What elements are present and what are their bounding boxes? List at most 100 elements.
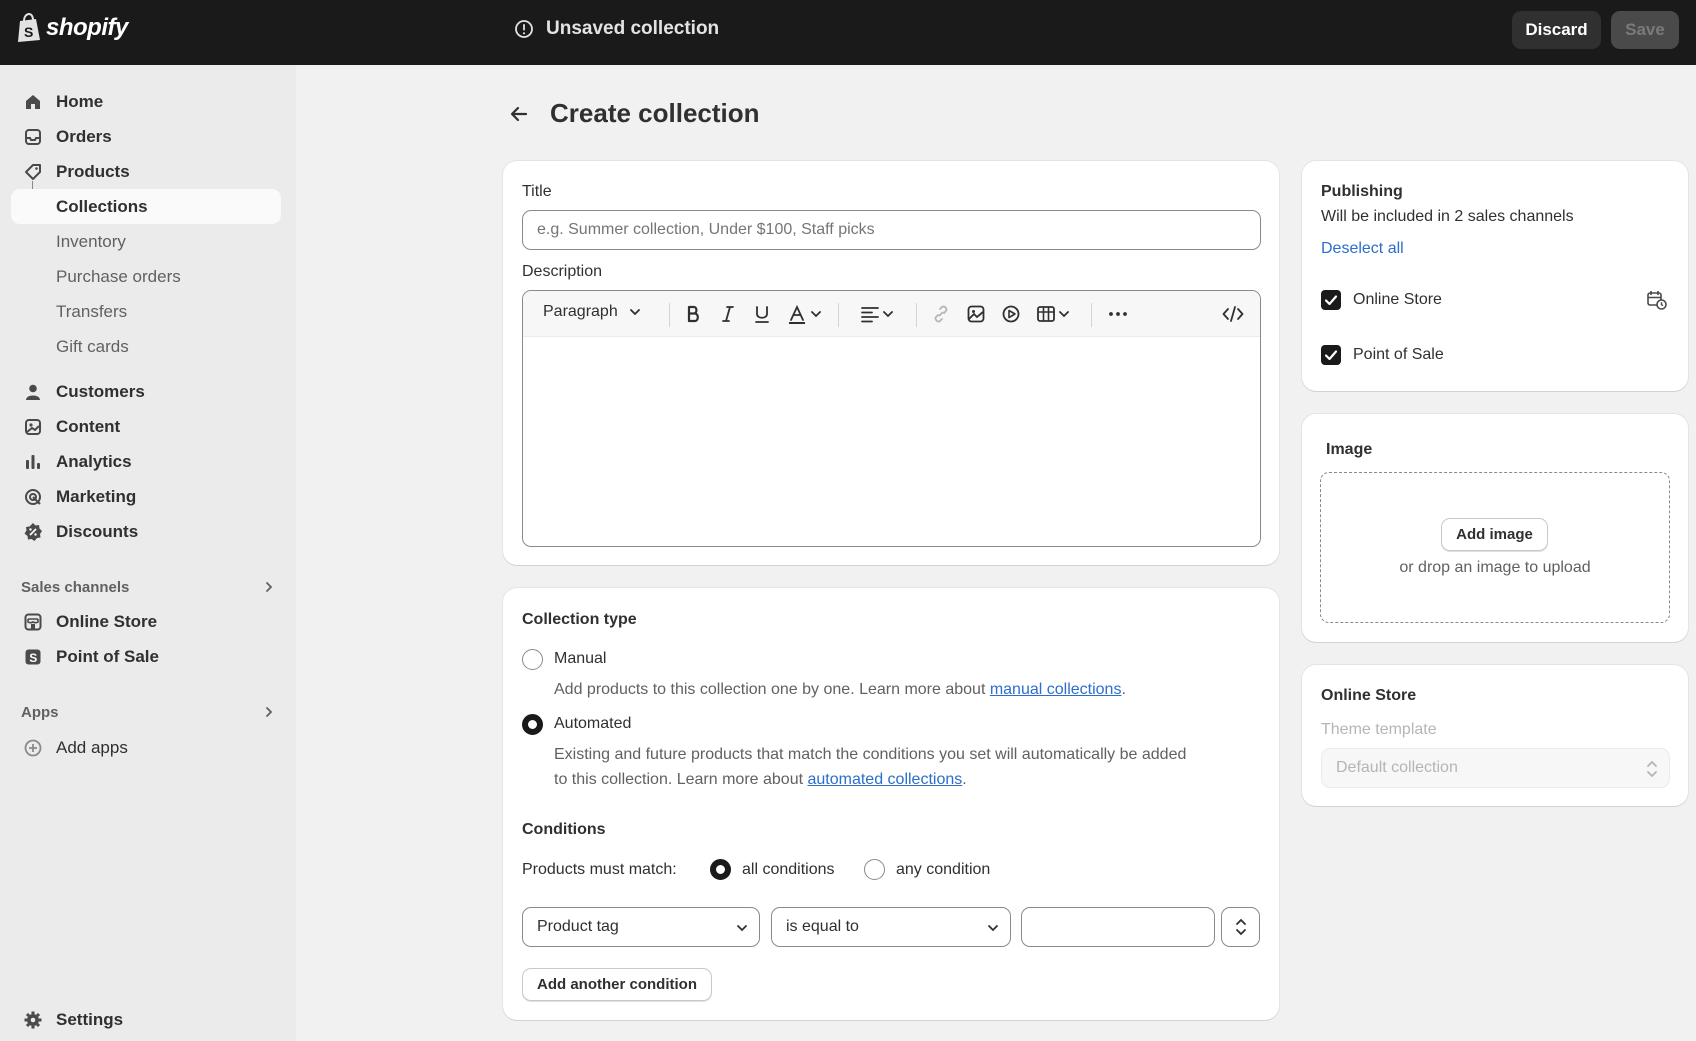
add-image-button[interactable]: Add image — [1441, 518, 1548, 551]
checkmark-icon — [1324, 350, 1338, 361]
condition-value-input[interactable] — [1021, 907, 1215, 947]
condition-value-stepper[interactable] — [1221, 907, 1260, 947]
condition-operator-select[interactable]: is equal to — [771, 907, 1011, 947]
automated-label: Automated — [554, 715, 632, 732]
page-title: Create collection — [550, 98, 760, 128]
sidebar-item-point-of-sale[interactable]: S Point of Sale — [11, 639, 281, 674]
sidebar-item-add-apps[interactable]: Add apps — [11, 730, 281, 765]
code-icon[interactable] — [1222, 304, 1244, 324]
apps-header[interactable]: Apps — [21, 700, 276, 724]
online-store-checkbox[interactable] — [1321, 290, 1341, 310]
top-bar: S shopify Unsaved collection Discard Sav… — [0, 0, 1696, 65]
toolbar-divider — [838, 303, 839, 327]
condition-field-select[interactable]: Product tag — [522, 907, 760, 947]
logo-wordmark: shopify — [46, 14, 128, 41]
sales-channels-header[interactable]: Sales channels — [21, 575, 276, 599]
select-arrows-icon — [1647, 760, 1657, 778]
add-condition-button[interactable]: Add another condition — [522, 968, 712, 1001]
discount-icon — [24, 523, 42, 541]
manual-help-prefix: Add products to this collection one by o… — [554, 681, 990, 698]
sidebar-item-settings[interactable]: Settings — [11, 1002, 281, 1037]
more-horizontal-icon[interactable] — [1107, 304, 1129, 324]
image-icon[interactable] — [966, 304, 986, 324]
toolbar-divider — [1091, 303, 1092, 327]
sidebar-item-label: Orders — [56, 126, 112, 146]
point-of-sale-channel-label: Point of Sale — [1353, 346, 1444, 363]
unsaved-status: Unsaved collection — [514, 18, 719, 40]
sidebar-item-label: Collections — [56, 196, 148, 216]
manual-collections-link[interactable]: manual collections — [990, 681, 1122, 698]
sidebar-item-gift-cards[interactable]: Gift cards — [11, 329, 281, 364]
automated-radio[interactable] — [522, 714, 543, 735]
sidebar-item-label: Purchase orders — [56, 266, 181, 286]
alert-circle-icon — [515, 20, 533, 38]
title-input[interactable] — [522, 210, 1261, 250]
paragraph-style-select[interactable]: Paragraph — [543, 303, 642, 321]
chevron-down-icon — [629, 309, 640, 316]
person-icon — [26, 384, 40, 400]
text-color-icon[interactable] — [788, 304, 826, 324]
back-arrow-icon[interactable] — [508, 103, 530, 125]
any-condition-label: any condition — [896, 861, 991, 878]
sidebar-item-label: Content — [56, 416, 121, 436]
page-header: Create collection — [508, 98, 760, 129]
sidebar-item-label: Online Store — [56, 611, 158, 631]
toolbar-divider — [669, 303, 670, 327]
sales-channels-heading: Sales channels — [21, 578, 130, 596]
sidebar-item-transfers[interactable]: Transfers — [11, 294, 281, 329]
sidebar-item-analytics[interactable]: Analytics — [11, 444, 281, 479]
shopify-logo[interactable]: S shopify — [16, 13, 128, 43]
description-editor: Paragraph — [522, 290, 1261, 547]
sidebar-item-home[interactable]: Home — [11, 84, 281, 119]
video-icon[interactable] — [1001, 304, 1021, 324]
apps-heading: Apps — [21, 703, 59, 721]
online-store-channel-label: Online Store — [1353, 291, 1442, 308]
sidebar-item-purchase-orders[interactable]: Purchase orders — [11, 259, 281, 294]
sidebar-item-label: Discounts — [56, 521, 139, 541]
chevron-right-icon — [266, 582, 273, 592]
shopping-bag-icon: S — [18, 13, 40, 42]
sidebar-item-inventory[interactable]: Inventory — [11, 224, 281, 259]
align-icon[interactable] — [860, 304, 898, 324]
automated-collections-link[interactable]: automated collections — [807, 771, 962, 788]
description-label: Description — [522, 263, 603, 280]
drop-image-text: or drop an image to upload — [1399, 559, 1591, 576]
sidebar-item-label: Home — [56, 91, 104, 111]
discard-button[interactable]: Discard — [1512, 11, 1601, 49]
bold-icon[interactable] — [683, 304, 703, 324]
match-label: Products must match: — [522, 861, 677, 878]
tag-icon — [25, 164, 41, 180]
sidebar-item-customers[interactable]: Customers — [11, 374, 281, 409]
sidebar-item-online-store[interactable]: Online Store — [11, 604, 281, 639]
sidebar-item-marketing[interactable]: Marketing — [11, 479, 281, 514]
sidebar-item-orders[interactable]: Orders — [11, 119, 281, 154]
save-button[interactable]: Save — [1611, 11, 1679, 49]
table-icon[interactable] — [1036, 304, 1074, 324]
sidebar-item-content[interactable]: Content — [11, 409, 281, 444]
sidebar-item-label: Analytics — [56, 451, 132, 471]
all-conditions-radio[interactable] — [710, 859, 731, 880]
link-icon[interactable] — [931, 304, 951, 324]
sidebar-item-label: Gift cards — [56, 336, 129, 356]
manual-radio[interactable] — [522, 649, 543, 670]
collection-type-card — [503, 588, 1279, 1020]
title-label: Title — [522, 183, 552, 200]
publishing-subtext: Will be included in 2 sales channels — [1321, 208, 1574, 225]
automated-help-line1: Existing and future products that match … — [554, 746, 1187, 763]
conditions-heading: Conditions — [522, 821, 606, 838]
sidebar-item-discounts[interactable]: Discounts — [11, 514, 281, 549]
select-arrows-icon — [1235, 918, 1246, 936]
calendar-clock-icon[interactable] — [1646, 289, 1668, 311]
content-icon — [25, 419, 41, 435]
sidebar-item-label: Marketing — [56, 486, 137, 506]
sidebar-item-products[interactable]: Products — [11, 154, 281, 189]
deselect-all-link[interactable]: Deselect all — [1321, 240, 1404, 258]
any-condition-radio[interactable] — [864, 859, 885, 880]
sidebar-item-collections[interactable]: Collections — [11, 189, 281, 224]
point-of-sale-checkbox[interactable] — [1321, 345, 1341, 365]
gear-icon — [24, 1011, 42, 1029]
target-icon — [25, 489, 41, 505]
underline-icon[interactable] — [752, 304, 772, 324]
theme-template-select[interactable]: Default collection — [1321, 748, 1670, 788]
italic-icon[interactable] — [718, 304, 738, 324]
